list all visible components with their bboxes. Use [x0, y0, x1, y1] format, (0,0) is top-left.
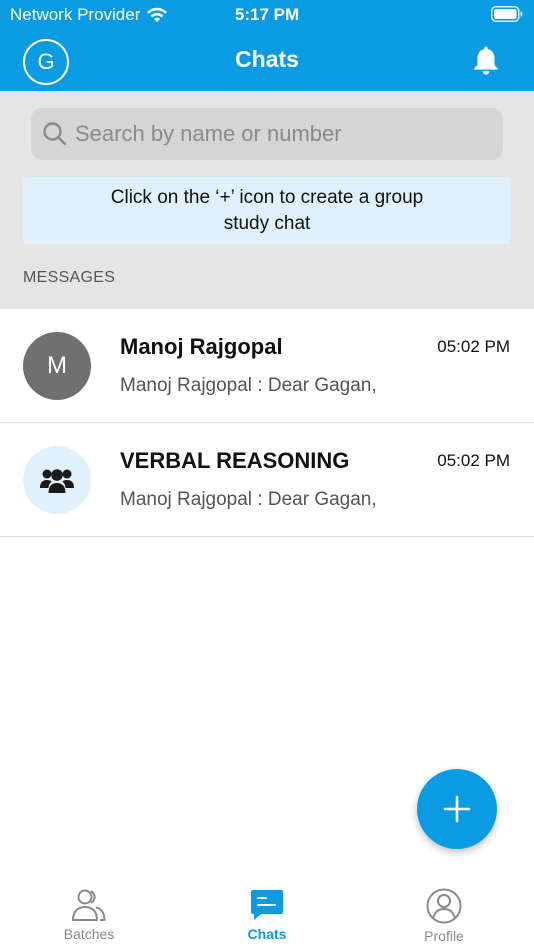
chat-row-manoj-rajgopal[interactable]: M Manoj Rajgopal 05:02 PM Manoj Rajgopal… — [0, 309, 534, 423]
app-header: Network Provider 5:17 PM G Chats — [0, 0, 534, 91]
chat-preview: Manoj Rajgopal : Dear Gagan, — [120, 489, 377, 510]
chat-preview: Manoj Rajgopal : Dear Gagan, — [120, 375, 377, 396]
plus-icon — [443, 795, 471, 823]
group-icon — [40, 469, 74, 493]
chats-screen: Network Provider 5:17 PM G Chats Search … — [0, 0, 534, 950]
nav-bar: G Chats — [0, 30, 534, 91]
hint-text: Click on the ‘+’ icon to create a group … — [110, 186, 424, 234]
tab-label: Batches — [63, 926, 115, 942]
chat-name: VERBAL REASONING — [120, 448, 350, 473]
profile-icon — [426, 888, 462, 924]
battery-icon — [491, 6, 523, 22]
search-bar[interactable] — [31, 108, 503, 160]
tab-bar: Batches Chats Profile — [0, 878, 534, 950]
search-icon — [43, 122, 67, 146]
chat-list: M Manoj Rajgopal 05:02 PM Manoj Rajgopal… — [0, 309, 534, 537]
search-section: Click on the ‘+’ icon to create a group … — [0, 91, 534, 309]
messages-section-label: MESSAGES — [23, 269, 116, 286]
chat-icon — [251, 890, 283, 920]
chat-time: 05:02 PM — [437, 337, 510, 356]
chat-time: 05:02 PM — [437, 451, 510, 470]
chat-row-verbal-reasoning[interactable]: VERBAL REASONING 05:02 PM Manoj Rajgopal… — [0, 423, 534, 537]
create-group-button[interactable] — [417, 769, 497, 849]
tab-label: Profile — [424, 928, 464, 944]
status-time: 5:17 PM — [234, 5, 300, 24]
search-input[interactable] — [75, 121, 475, 147]
tab-chats[interactable]: Chats — [212, 888, 322, 942]
tab-label: Chats — [247, 926, 287, 942]
avatar: M — [23, 332, 91, 400]
hint-banner: Click on the ‘+’ icon to create a group … — [23, 177, 511, 244]
chat-name: Manoj Rajgopal — [120, 334, 283, 359]
tab-batches[interactable]: Batches — [34, 888, 144, 942]
users-icon — [72, 889, 106, 921]
group-avatar — [23, 446, 91, 514]
bell-icon[interactable] — [471, 44, 501, 76]
status-bar: Network Provider 5:17 PM — [0, 0, 534, 30]
avatar-initial: M — [47, 352, 67, 379]
tab-profile[interactable]: Profile — [389, 888, 499, 944]
page-title: Chats — [235, 46, 299, 72]
